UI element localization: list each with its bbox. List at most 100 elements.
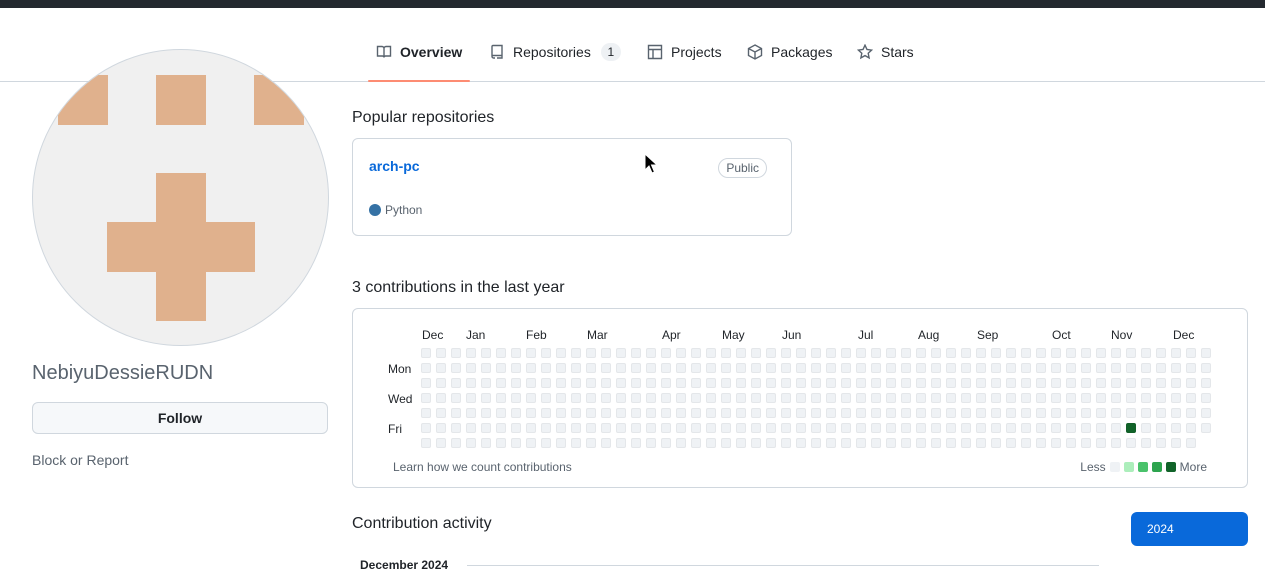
contribution-day-cell[interactable] <box>601 438 611 448</box>
contribution-day-cell[interactable] <box>796 408 806 418</box>
contribution-day-cell[interactable] <box>1171 393 1181 403</box>
contribution-day-cell[interactable] <box>481 393 491 403</box>
contribution-day-cell[interactable] <box>421 348 431 358</box>
contribution-day-cell[interactable] <box>646 438 656 448</box>
contribution-day-cell[interactable] <box>886 438 896 448</box>
contribution-day-cell[interactable] <box>841 423 851 433</box>
contribution-day-cell[interactable] <box>1111 348 1121 358</box>
contribution-day-cell[interactable] <box>1081 378 1091 388</box>
contribution-day-cell[interactable] <box>511 408 521 418</box>
contribution-day-cell[interactable] <box>1156 348 1166 358</box>
contribution-day-cell[interactable] <box>1051 408 1061 418</box>
contribution-day-cell[interactable] <box>826 393 836 403</box>
contribution-day-cell[interactable] <box>481 378 491 388</box>
contribution-day-cell[interactable] <box>976 378 986 388</box>
contribution-day-cell[interactable] <box>1021 408 1031 418</box>
contribution-day-cell[interactable] <box>571 363 581 373</box>
contribution-day-cell[interactable] <box>1006 363 1016 373</box>
tab-projects[interactable]: Projects <box>639 44 730 80</box>
contribution-day-cell[interactable] <box>751 378 761 388</box>
contribution-day-cell[interactable] <box>991 378 1001 388</box>
contribution-day-cell[interactable] <box>901 393 911 403</box>
contribution-day-cell[interactable] <box>1141 363 1151 373</box>
contribution-day-cell[interactable] <box>541 393 551 403</box>
contribution-day-cell[interactable] <box>886 378 896 388</box>
contribution-day-cell[interactable] <box>931 378 941 388</box>
contribution-day-cell[interactable] <box>661 438 671 448</box>
contribution-day-cell[interactable] <box>466 363 476 373</box>
contribution-day-cell[interactable] <box>466 438 476 448</box>
contribution-day-cell[interactable] <box>1096 348 1106 358</box>
contribution-day-cell[interactable] <box>976 393 986 403</box>
contribution-day-cell[interactable] <box>736 378 746 388</box>
contribution-day-cell[interactable] <box>856 423 866 433</box>
contribution-day-cell[interactable] <box>496 393 506 403</box>
contribution-day-cell[interactable] <box>541 438 551 448</box>
contribution-day-cell[interactable] <box>901 378 911 388</box>
contribution-day-cell[interactable] <box>796 348 806 358</box>
avatar[interactable] <box>32 49 329 346</box>
contribution-day-cell[interactable] <box>811 423 821 433</box>
contribution-day-cell[interactable] <box>691 393 701 403</box>
contribution-day-cell[interactable] <box>841 348 851 358</box>
contribution-day-cell[interactable] <box>856 408 866 418</box>
contribution-day-cell[interactable] <box>916 378 926 388</box>
contribution-day-cell[interactable] <box>676 438 686 448</box>
contribution-day-cell[interactable] <box>751 438 761 448</box>
contribution-day-cell[interactable] <box>946 348 956 358</box>
contribution-day-cell[interactable] <box>871 438 881 448</box>
contribution-day-cell[interactable] <box>1051 393 1061 403</box>
contribution-day-cell[interactable] <box>736 438 746 448</box>
contribution-day-cell[interactable] <box>976 438 986 448</box>
contribution-day-cell[interactable] <box>676 408 686 418</box>
contribution-day-cell[interactable] <box>721 393 731 403</box>
contribution-day-cell[interactable] <box>496 408 506 418</box>
contribution-day-cell[interactable] <box>886 348 896 358</box>
contribution-day-cell[interactable] <box>931 438 941 448</box>
contribution-day-cell[interactable] <box>706 408 716 418</box>
contribution-day-cell[interactable] <box>991 438 1001 448</box>
tab-overview[interactable]: Overview <box>368 44 471 82</box>
contribution-day-cell[interactable] <box>526 438 536 448</box>
contribution-day-cell[interactable] <box>1051 348 1061 358</box>
contribution-day-cell[interactable] <box>496 378 506 388</box>
contribution-day-cell[interactable] <box>481 423 491 433</box>
contribution-day-cell[interactable] <box>916 438 926 448</box>
contribution-day-cell[interactable] <box>466 348 476 358</box>
contribution-day-cell[interactable] <box>856 438 866 448</box>
contribution-day-cell[interactable] <box>541 408 551 418</box>
contribution-day-cell[interactable] <box>766 363 776 373</box>
contribution-day-cell[interactable] <box>841 438 851 448</box>
contribution-day-cell[interactable] <box>601 423 611 433</box>
contribution-day-cell[interactable] <box>436 363 446 373</box>
contribution-day-cell[interactable] <box>676 393 686 403</box>
contribution-day-cell[interactable] <box>436 348 446 358</box>
contribution-day-cell[interactable] <box>1156 408 1166 418</box>
contribution-day-cell[interactable] <box>976 423 986 433</box>
contribution-day-cell[interactable] <box>661 393 671 403</box>
contribution-day-cell[interactable] <box>766 393 776 403</box>
contribution-day-cell[interactable] <box>811 378 821 388</box>
contribution-day-cell[interactable] <box>1111 408 1121 418</box>
contribution-day-cell[interactable] <box>541 423 551 433</box>
contribution-day-cell[interactable] <box>511 438 521 448</box>
contribution-day-cell[interactable] <box>1201 348 1211 358</box>
contribution-day-cell[interactable] <box>946 408 956 418</box>
block-or-report-link[interactable]: Block or Report <box>32 452 128 468</box>
year-selector-button[interactable]: 2024 <box>1131 512 1248 546</box>
contribution-day-cell[interactable] <box>1006 378 1016 388</box>
contribution-day-cell[interactable] <box>1036 378 1046 388</box>
contribution-day-cell[interactable] <box>1021 348 1031 358</box>
contribution-day-cell[interactable] <box>616 408 626 418</box>
contribution-day-cell[interactable] <box>706 423 716 433</box>
contribution-day-cell[interactable] <box>571 438 581 448</box>
contribution-day-cell[interactable] <box>421 393 431 403</box>
contribution-day-cell[interactable] <box>1156 363 1166 373</box>
tab-packages[interactable]: Packages <box>739 44 840 80</box>
contribution-day-cell[interactable] <box>1171 363 1181 373</box>
contribution-day-cell[interactable] <box>721 348 731 358</box>
contribution-day-cell[interactable] <box>1096 378 1106 388</box>
contribution-day-cell[interactable] <box>631 378 641 388</box>
contribution-day-cell[interactable] <box>781 408 791 418</box>
contribution-day-cell[interactable] <box>436 393 446 403</box>
